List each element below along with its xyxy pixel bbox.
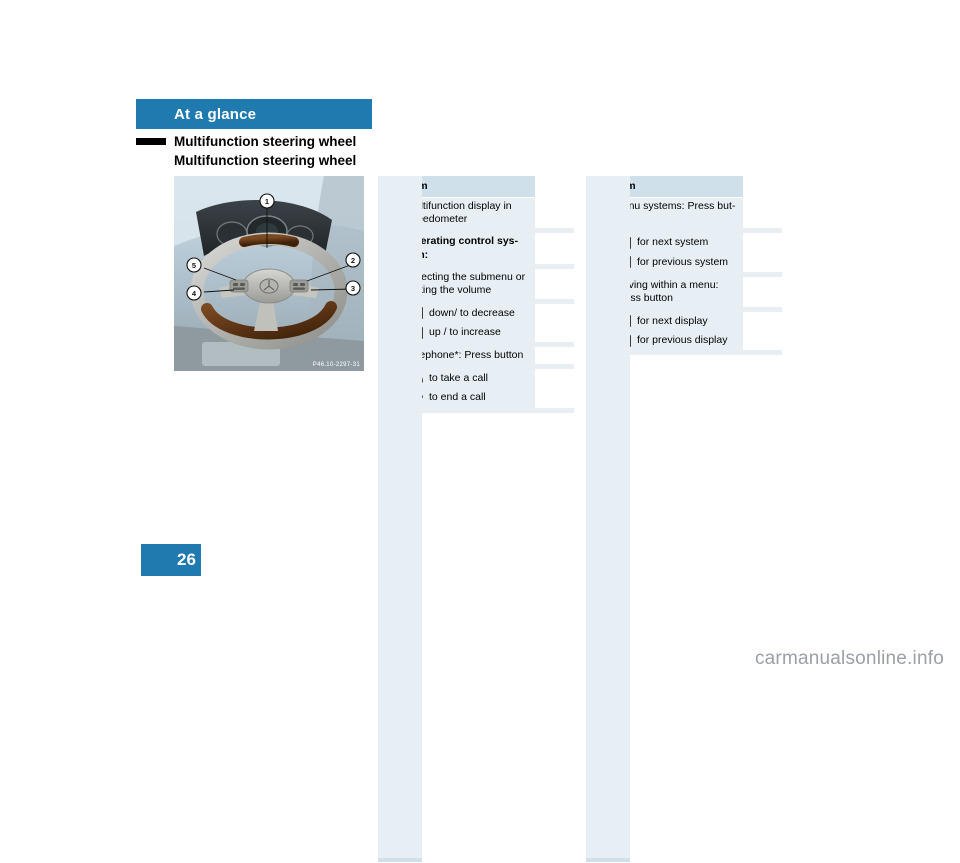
row-text: down/ to decrease (429, 306, 515, 319)
chapter-header-band: At a glance (136, 99, 372, 129)
page-number-block: 26 (141, 544, 201, 576)
steering-wheel-photo: 1 2 3 4 5 P46.10-2297-31 (174, 176, 364, 371)
row-page (586, 176, 630, 858)
svg-text:5: 5 (192, 261, 196, 270)
steering-wheel-illustration: 1 2 3 4 5 (174, 176, 364, 371)
item-table-right: Item Page 4 Menu systems: Press but-ton (586, 176, 782, 863)
row-text: for next display (637, 314, 708, 327)
row-text: up / to increase (429, 326, 501, 338)
row-text: to take a call (429, 372, 488, 385)
row-page (378, 176, 422, 858)
table-row: to end a call (378, 176, 574, 858)
photo-caption: P46.10-2297-31 (312, 362, 360, 368)
table-row: for previous display (586, 176, 782, 858)
svg-text:2: 2 (351, 256, 355, 265)
row-text: to end a call (429, 391, 486, 404)
page-number: 26 (177, 550, 196, 569)
spacer-cell (743, 350, 782, 356)
chapter-title: At a glance (174, 105, 257, 123)
spacer-cell (535, 407, 574, 413)
svg-text:3: 3 (351, 284, 355, 293)
section-subtitle: Multifunction steering wheel (174, 134, 357, 149)
item-table-left: Item Page 1 Multifunction display in spe… (378, 176, 574, 863)
row-text: for previous system (637, 255, 729, 268)
manual-page: At a glance Multifunction steering wheel… (0, 0, 960, 863)
page-title: Multifunction steering wheel (174, 153, 357, 168)
svg-text:1: 1 (265, 197, 269, 206)
header-rule (136, 138, 166, 145)
row-text: for previous display (637, 334, 728, 346)
site-watermark: carmanualsonline.info (754, 648, 944, 669)
row-text: for next system (637, 236, 709, 249)
